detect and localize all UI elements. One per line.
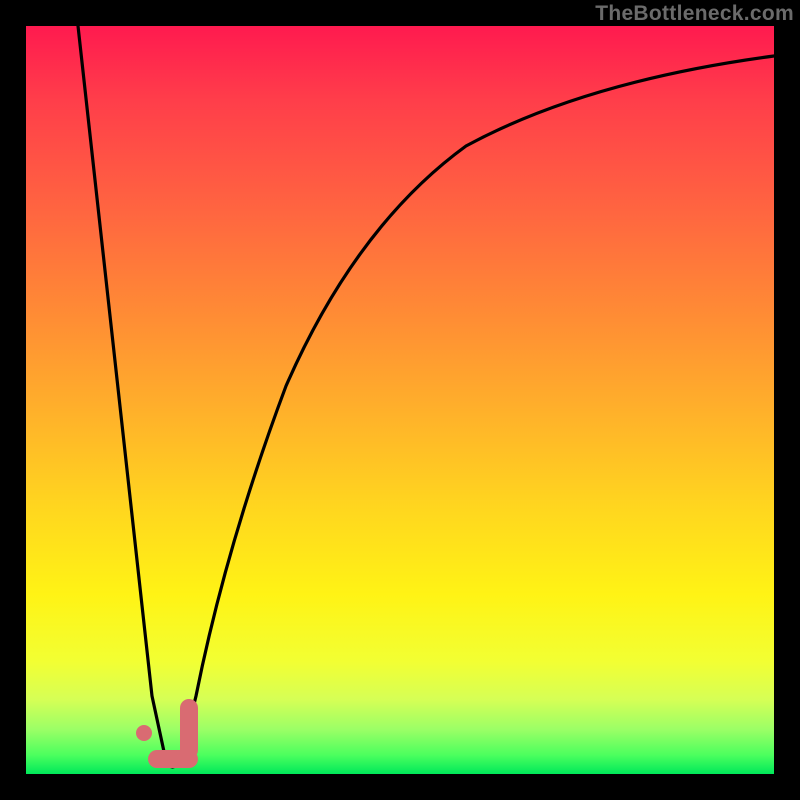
marker-dot [136, 725, 152, 741]
watermark-text: TheBottleneck.com [595, 2, 794, 26]
marker-hook-horiz [148, 750, 198, 768]
chart-frame: TheBottleneck.com [0, 0, 800, 800]
curve-layer [26, 26, 774, 774]
plot-area [26, 26, 774, 774]
bottleneck-curve [78, 26, 774, 767]
